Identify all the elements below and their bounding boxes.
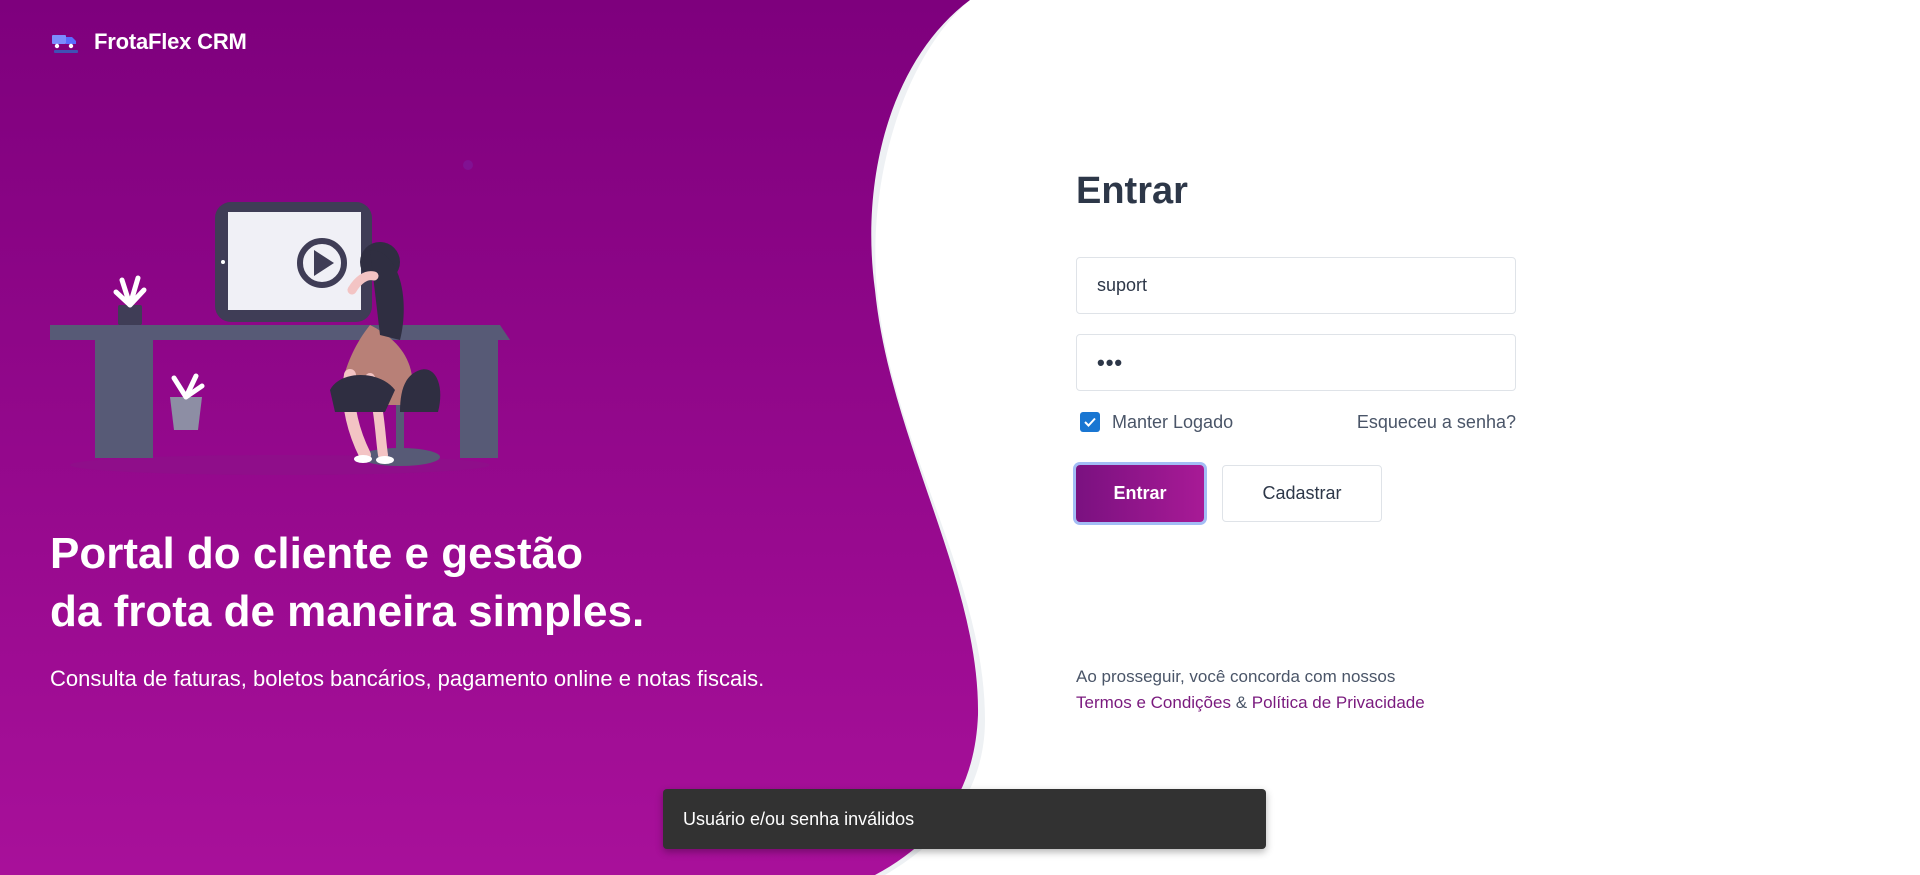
password-field[interactable]: ••• bbox=[1076, 334, 1516, 391]
remember-me[interactable]: Manter Logado bbox=[1076, 412, 1233, 433]
truck-logo-icon bbox=[52, 35, 78, 53]
terms-notice: Ao prosseguir, você concorda com nossos … bbox=[1076, 664, 1425, 716]
username-value: suport bbox=[1097, 275, 1148, 295]
login-options-row: Manter Logado Esqueceu a senha? bbox=[1076, 407, 1516, 437]
privacy-link[interactable]: Política de Privacidade bbox=[1252, 693, 1425, 712]
terms-prefix: Ao prosseguir, você concorda com nossos bbox=[1076, 667, 1396, 686]
login-actions: Entrar Cadastrar bbox=[1076, 465, 1516, 522]
terms-separator: & bbox=[1235, 693, 1248, 712]
remember-label: Manter Logado bbox=[1112, 411, 1234, 432]
username-field[interactable]: suport bbox=[1076, 257, 1516, 314]
hero-headline-line1: Portal do cliente e gestão bbox=[50, 529, 584, 578]
register-button[interactable]: Cadastrar bbox=[1222, 465, 1382, 522]
hero-headline: Portal do cliente e gestão da frota de m… bbox=[50, 525, 644, 641]
forgot-password-link[interactable]: Esqueceu a senha? bbox=[1357, 412, 1516, 433]
terms-link[interactable]: Termos e Condições bbox=[1076, 693, 1231, 712]
hero-headline-line2: da frota de maneira simples. bbox=[50, 587, 645, 636]
error-toast: Usuário e/ou senha inválidos bbox=[663, 789, 1266, 849]
login-title: Entrar bbox=[1076, 170, 1188, 212]
woman-at-desk-illustration bbox=[50, 202, 510, 475]
toast-message: Usuário e/ou senha inválidos bbox=[683, 808, 915, 829]
remember-checkbox[interactable] bbox=[1080, 412, 1100, 432]
brand-name: FrotaFlex CRM bbox=[94, 29, 247, 54]
hero-subtext: Consulta de faturas, boletos bancários, … bbox=[50, 666, 765, 691]
check-icon bbox=[1084, 417, 1096, 427]
login-button[interactable]: Entrar bbox=[1076, 465, 1204, 522]
password-value: ••• bbox=[1097, 349, 1124, 375]
login-form: Entrar suport ••• Manter Logado Esqueceu… bbox=[1076, 165, 1516, 522]
brand: FrotaFlex CRM bbox=[50, 26, 247, 58]
